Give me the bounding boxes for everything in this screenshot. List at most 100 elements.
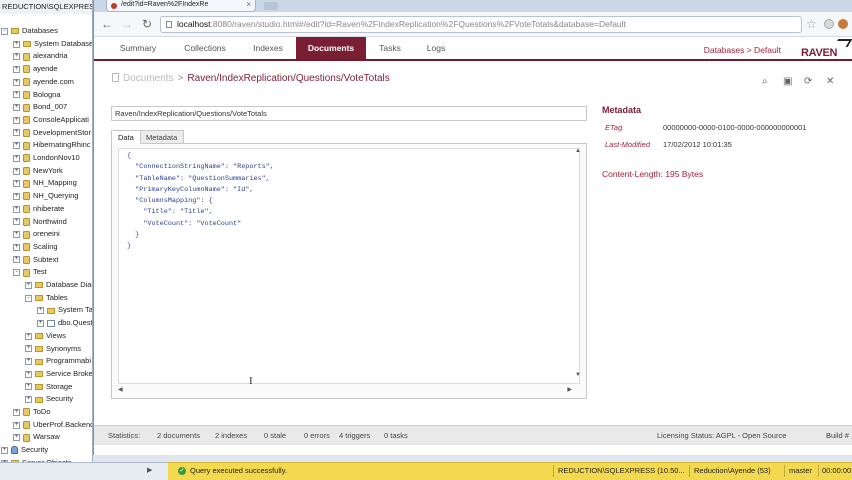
expand-icon[interactable]: +	[13, 180, 20, 188]
tree-node[interactable]: + Security	[25, 393, 73, 406]
databases-link[interactable]: Databases > Default	[704, 45, 781, 55]
tree-node[interactable]: + Scaling	[13, 241, 58, 254]
extension-icon[interactable]	[838, 19, 848, 29]
expand-icon[interactable]: +	[13, 408, 20, 416]
scroll-right-icon[interactable]: ▶	[147, 466, 152, 474]
json-editor[interactable]: { "ConnectionStringName": "Reports", "Ta…	[118, 148, 580, 384]
tree-node[interactable]: + ayende	[13, 63, 58, 76]
tree-node[interactable]: - Tables	[25, 292, 68, 305]
expand-icon[interactable]: +	[1, 446, 8, 454]
tree-node[interactable]: + Security	[1, 444, 48, 457]
tree-node[interactable]: + Storage	[25, 381, 72, 394]
expand-icon[interactable]: +	[37, 319, 44, 327]
tree-node[interactable]: + UberProf.Backend	[13, 419, 92, 432]
horizontal-scrollbar[interactable]: ◀ ▶	[118, 386, 572, 394]
collapse-icon[interactable]: -	[25, 294, 32, 302]
expand-icon[interactable]: +	[13, 231, 20, 239]
browser-tab[interactable]: /edit?id=Raven%2FIndexRe ×	[106, 0, 256, 12]
expand-icon[interactable]: +	[25, 345, 32, 353]
expand-icon[interactable]: +	[13, 434, 20, 442]
tree-node[interactable]: + Programmabi	[25, 355, 91, 368]
vertical-scrollbar[interactable]: ▲ ▼	[575, 148, 583, 378]
expand-icon[interactable]: +	[13, 205, 20, 213]
scroll-right-icon[interactable]: ▶	[567, 386, 572, 393]
back-icon[interactable]: ←	[100, 17, 114, 31]
tree-node[interactable]: + Bologna	[13, 89, 61, 102]
scroll-up-icon[interactable]: ▲	[575, 148, 581, 154]
close-icon[interactable]: ✕	[826, 76, 834, 87]
expand-icon[interactable]: +	[13, 104, 20, 112]
tree-node[interactable]: + Northwind	[13, 216, 67, 229]
expand-icon[interactable]: +	[13, 116, 20, 124]
expand-icon[interactable]: +	[13, 154, 20, 162]
expand-icon[interactable]: +	[25, 332, 32, 340]
tab-data[interactable]: Data	[111, 130, 141, 144]
server-node[interactable]: REDUCTION\SQLEXPRESS	[0, 0, 92, 14]
collapse-icon[interactable]: -	[1, 27, 8, 35]
expand-icon[interactable]: +	[13, 40, 20, 48]
expand-icon[interactable]: +	[13, 91, 20, 99]
tree-node[interactable]: + ToDo	[13, 406, 51, 419]
tree-node[interactable]: + nhiberate	[13, 203, 64, 216]
collapse-icon[interactable]: -	[13, 269, 20, 277]
tree-node[interactable]: - Databases	[1, 25, 58, 38]
scroll-left-icon[interactable]: ◀	[118, 386, 123, 393]
tree-node[interactable]: + Views	[25, 330, 66, 343]
document-id-field[interactable]: Raven/IndexReplication/Questions/VoteTot…	[111, 106, 587, 121]
tree-node[interactable]: + DevelopmentStor	[13, 127, 91, 140]
scroll-down-icon[interactable]: ▼	[575, 372, 581, 378]
explorer-hscroll[interactable]: ▶	[0, 462, 168, 480]
tree-node[interactable]: + Warsaw	[13, 431, 60, 444]
tree-node[interactable]: + System Ta	[37, 304, 92, 317]
nav-logs[interactable]: Logs	[418, 37, 454, 59]
tree-node[interactable]: + NewYork	[13, 165, 63, 178]
breadcrumb-documents[interactable]: Documents	[123, 73, 174, 84]
tree-node[interactable]: - Test	[13, 266, 47, 279]
expand-icon[interactable]: +	[37, 307, 44, 315]
save-icon[interactable]: ▣	[783, 76, 792, 87]
tree-node[interactable]: + System Databases	[13, 38, 92, 51]
tree-node[interactable]: + Database Diag	[25, 279, 92, 292]
expand-icon[interactable]: +	[13, 218, 20, 226]
indexes-count[interactable]: 2 indexes	[215, 426, 247, 445]
nav-collections[interactable]: Collections	[174, 37, 236, 59]
expand-icon[interactable]: +	[13, 243, 20, 251]
tree-node[interactable]: + NH_Mapping	[13, 177, 77, 190]
documents-count[interactable]: 2 documents	[157, 426, 200, 445]
tree-node[interactable]: + Bond_007	[13, 101, 67, 114]
search-icon[interactable]: ⌕	[762, 76, 768, 87]
expand-icon[interactable]: +	[13, 256, 20, 264]
expand-icon[interactable]: +	[25, 370, 32, 378]
expand-icon[interactable]: +	[13, 142, 20, 150]
tree-node[interactable]: + LondonNov10	[13, 152, 80, 165]
reload-icon[interactable]: ↻	[140, 17, 154, 31]
expand-icon[interactable]: +	[13, 78, 20, 86]
tree-node[interactable]: + Service Broker	[25, 368, 92, 381]
expand-icon[interactable]: +	[25, 396, 32, 404]
expand-icon[interactable]: +	[13, 167, 20, 175]
expand-icon[interactable]: +	[13, 421, 20, 429]
tree-node[interactable]: + Synonyms	[25, 343, 81, 356]
extension-icon[interactable]	[824, 19, 834, 29]
tree-node[interactable]: + alexandria	[13, 50, 68, 63]
nav-tasks[interactable]: Tasks	[370, 37, 410, 59]
star-icon[interactable]: ☆	[806, 17, 817, 31]
tree-node[interactable]: + dbo.Quest	[37, 317, 92, 330]
refresh-icon[interactable]: ⟳	[804, 76, 812, 87]
forward-icon[interactable]: →	[120, 17, 134, 31]
nav-documents[interactable]: Documents	[296, 37, 366, 59]
tree-node[interactable]: + ayende.com	[13, 76, 74, 89]
close-tab-icon[interactable]: ×	[246, 0, 251, 10]
new-tab-button[interactable]	[264, 2, 278, 10]
expand-icon[interactable]: +	[13, 65, 20, 73]
tree-node[interactable]: + ConsoleApplicati	[13, 114, 89, 127]
tree-node[interactable]: + oreneini	[13, 228, 60, 241]
nav-indexes[interactable]: Indexes	[244, 37, 292, 59]
tree-node[interactable]: + HibernatingRhinc	[13, 139, 91, 152]
expand-icon[interactable]: +	[13, 192, 20, 200]
expand-icon[interactable]: +	[25, 281, 32, 289]
tree-node[interactable]: + NH_Querying	[13, 190, 78, 203]
expand-icon[interactable]: +	[13, 53, 20, 61]
expand-icon[interactable]: +	[25, 358, 32, 366]
tab-metadata[interactable]: Metadata	[139, 130, 185, 144]
